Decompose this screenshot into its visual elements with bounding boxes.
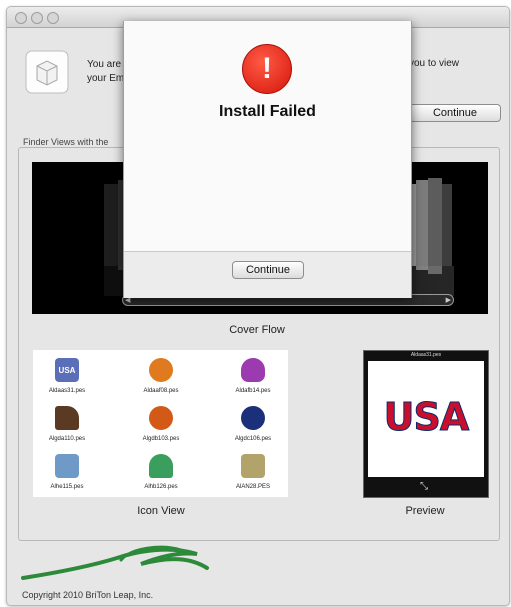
icon-item[interactable]: Aldafb14.pes xyxy=(223,358,283,394)
copyright-text: Copyright 2010 BriTon Leap, Inc. xyxy=(22,590,154,600)
icon-item-label: Alhe115.pes xyxy=(50,484,84,490)
icon-item-label: Aldaaf08.pes xyxy=(143,388,179,394)
preview-panel: Aldaas31.pes USA ⤡ xyxy=(363,350,489,498)
icon-item[interactable]: Alhb126.pes xyxy=(131,454,191,490)
intro-text-right: you to view xyxy=(409,58,460,69)
icon-view-caption: Icon View xyxy=(137,505,185,517)
usa-word: USA xyxy=(383,395,470,440)
icon-item[interactable]: AlAN28.PES xyxy=(223,454,283,490)
preview-caption: Preview xyxy=(405,505,445,517)
alert-footer: Continue xyxy=(124,251,411,298)
icon-item-label: AlAN28.PES xyxy=(235,484,271,490)
sheep-icon xyxy=(241,454,265,478)
intro-text: You are your Em xyxy=(87,58,124,86)
umbrella-icon xyxy=(149,454,173,478)
icon-item-label: Alhb126.pes xyxy=(144,484,178,490)
icon-item[interactable]: USA Aldaas31.pes xyxy=(37,358,97,394)
alert-title: Install Failed xyxy=(219,103,316,120)
jersey-icon xyxy=(241,406,265,430)
basketball-icon xyxy=(149,406,173,430)
group-label: Finder Views with the xyxy=(21,137,111,147)
intro-text-line2: your Em xyxy=(87,73,125,84)
alert-continue-button[interactable]: Continue xyxy=(232,261,304,279)
bird-icon xyxy=(55,454,79,478)
continue-button[interactable]: Continue xyxy=(409,104,501,122)
icon-item[interactable]: Algdb103.pes xyxy=(131,406,191,442)
icon-item-label: Aldaas31.pes xyxy=(48,388,86,394)
install-failed-sheet: ! Install Failed Continue xyxy=(123,21,412,298)
intro-text-line1: You are xyxy=(87,59,122,70)
icon-item-label: Algda110.pes xyxy=(48,436,86,442)
minimize-window-button[interactable] xyxy=(31,12,43,24)
preview-image: USA xyxy=(368,361,484,477)
scroll-right-icon[interactable]: ▶ xyxy=(446,296,451,304)
icon-item[interactable]: Aldaaf08.pes xyxy=(131,358,191,394)
alert-body: ! Install Failed xyxy=(124,21,411,251)
zoom-window-button[interactable] xyxy=(47,12,59,24)
boot-icon xyxy=(55,406,79,430)
butterfly-icon xyxy=(241,358,265,382)
briton-leap-logo xyxy=(21,545,209,580)
pineapple-icon xyxy=(149,358,173,382)
icon-item[interactable]: Algda110.pes xyxy=(37,406,97,442)
icon-item[interactable]: Alhe115.pes xyxy=(37,454,97,490)
icon-item-label: Algdb103.pes xyxy=(142,436,180,442)
icon-view-panel: USA Aldaas31.pes Aldaaf08.pes Aldafb14.p… xyxy=(33,350,288,497)
icon-item-label: Algdc106.pes xyxy=(234,436,272,442)
expand-arrows-icon[interactable]: ⤡ xyxy=(420,481,428,492)
close-window-button[interactable] xyxy=(15,12,27,24)
preview-title: Aldaas31.pes xyxy=(410,352,442,358)
alert-icon: ! xyxy=(242,44,292,94)
cover-flow-caption: Cover Flow xyxy=(229,324,285,336)
icon-item-label: Aldafb14.pes xyxy=(235,388,271,394)
usa-badge-icon: USA xyxy=(55,358,79,382)
package-icon xyxy=(25,50,69,94)
icon-item[interactable]: Algdc106.pes xyxy=(223,406,283,442)
